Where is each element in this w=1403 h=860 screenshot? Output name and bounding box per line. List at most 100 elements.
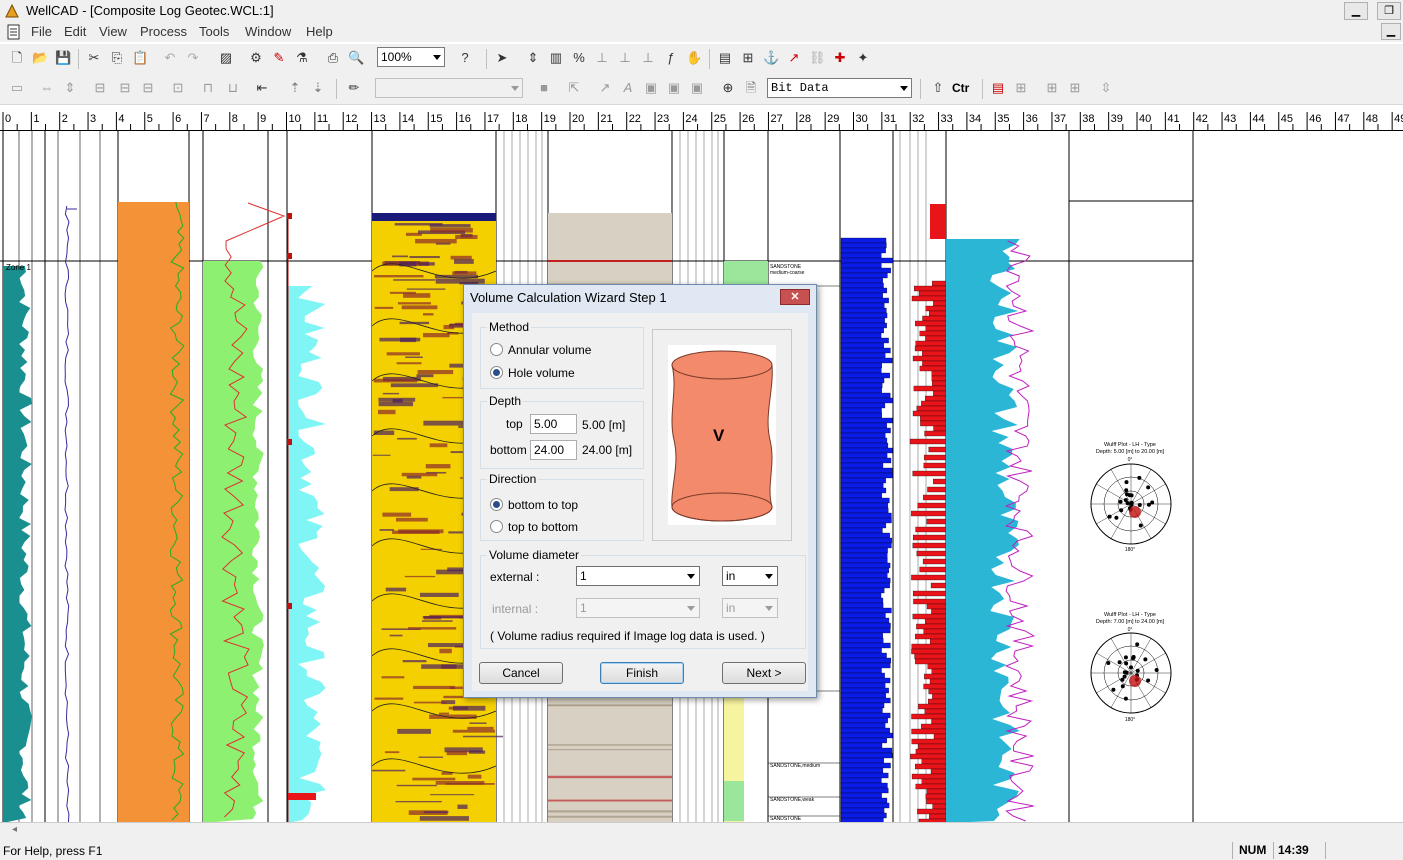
- pen-red-icon[interactable]: ✎: [271, 50, 287, 66]
- internal-diameter-select[interactable]: 1: [576, 598, 700, 618]
- dialog-close-button[interactable]: ✕: [780, 289, 810, 305]
- next-button[interactable]: Next >: [722, 662, 806, 684]
- wulff-pole: [1107, 514, 1112, 519]
- core-band: [548, 815, 672, 818]
- top-depth-input[interactable]: 5.00: [530, 414, 577, 434]
- book-icon[interactable]: ▤: [717, 50, 733, 66]
- print-preview-icon[interactable]: 🔍: [348, 50, 364, 66]
- track-icon[interactable]: ▥: [548, 50, 564, 66]
- menu-view[interactable]: View: [99, 24, 127, 39]
- image3-icon[interactable]: ▣: [689, 80, 705, 96]
- align-c-icon[interactable]: ⇕: [62, 80, 78, 96]
- new-icon[interactable]: 🗋: [9, 50, 25, 66]
- function-icon[interactable]: ƒ: [663, 50, 679, 66]
- bottom-depth-input[interactable]: 24.00: [530, 440, 577, 460]
- red-histogram-bar: [917, 502, 947, 509]
- menu-window[interactable]: Window: [245, 24, 291, 39]
- up-arrow-icon[interactable]: ⇧: [930, 80, 946, 96]
- help-icon[interactable]: ?: [457, 50, 473, 66]
- menu-file[interactable]: File: [31, 24, 52, 39]
- open-icon[interactable]: 📂: [32, 50, 48, 66]
- indent-icon[interactable]: ⇤: [254, 80, 270, 96]
- menu-process[interactable]: Process: [140, 24, 187, 39]
- minimize-button[interactable]: ▁: [1344, 2, 1368, 20]
- hand-icon[interactable]: ✋: [686, 50, 702, 66]
- updown-icon[interactable]: ⇳: [1098, 80, 1114, 96]
- cancel-button[interactable]: Cancel: [479, 662, 563, 684]
- link-icon[interactable]: ⛓: [809, 50, 826, 66]
- anchor-icon[interactable]: ⚓: [763, 50, 779, 66]
- insert-icon[interactable]: ⊕: [720, 80, 736, 96]
- external-unit-select[interactable]: in: [722, 566, 778, 586]
- horizontal-scrollbar[interactable]: ◂: [0, 822, 1403, 841]
- move-vertical-icon[interactable]: ⇕: [525, 50, 541, 66]
- internal-unit-select[interactable]: in: [722, 598, 778, 618]
- chart-icon[interactable]: ↗: [786, 50, 802, 66]
- scroll-left-icon[interactable]: ◂: [12, 824, 17, 835]
- blue-histogram-bar: [840, 812, 887, 819]
- blue-histogram-bar: [840, 767, 884, 774]
- align-h-icon[interactable]: ⊓: [200, 80, 216, 96]
- copy-icon[interactable]: ⎘: [109, 50, 125, 66]
- align-a-icon[interactable]: ▭: [9, 80, 25, 96]
- paste-icon[interactable]: 📋: [132, 50, 148, 66]
- cut-icon[interactable]: ✂: [86, 50, 102, 66]
- align-e-icon[interactable]: ⊟: [117, 80, 133, 96]
- align-d-icon[interactable]: ⊟: [92, 80, 108, 96]
- grid-a-icon[interactable]: ⊞: [1013, 80, 1029, 96]
- pointer-icon[interactable]: ⇱: [566, 80, 582, 96]
- image2-icon[interactable]: ▣: [666, 80, 682, 96]
- align-g-icon[interactable]: ⊡: [170, 80, 186, 96]
- edit-doc-icon[interactable]: 🗎: [743, 80, 759, 96]
- document-icon[interactable]: [6, 24, 22, 40]
- radio-bottom-to-top[interactable]: bottom to top: [490, 498, 578, 512]
- align-f-icon[interactable]: ⊟: [140, 80, 156, 96]
- restore-button[interactable]: ❐: [1377, 2, 1401, 20]
- percent-icon[interactable]: %: [571, 50, 587, 66]
- tools-icon[interactable]: ⚙: [248, 50, 264, 66]
- table-icon[interactable]: ⊞: [740, 50, 756, 66]
- sort-asc-icon[interactable]: ⇡: [287, 80, 303, 96]
- undo-icon[interactable]: ↶: [162, 50, 178, 66]
- ruler-tick-label: 37: [1054, 113, 1066, 125]
- zoom-select[interactable]: 100%: [377, 47, 445, 67]
- ctr-label[interactable]: Ctr: [952, 81, 969, 95]
- pencil-icon[interactable]: ✏: [346, 80, 362, 96]
- blue-histogram-bar: [840, 747, 893, 754]
- wand-icon[interactable]: ✦: [855, 50, 871, 66]
- doc-minimize-button[interactable]: ▁: [1381, 23, 1401, 40]
- sort-desc-icon[interactable]: ⇣: [310, 80, 326, 96]
- align-b-icon[interactable]: ⇔: [39, 80, 55, 96]
- ruler-tick-label: 38: [1082, 113, 1094, 125]
- save-icon[interactable]: 💾: [55, 50, 71, 66]
- line-icon[interactable]: ↗: [597, 80, 613, 96]
- menu-edit[interactable]: Edit: [64, 24, 86, 39]
- radio-annular-volume[interactable]: Annular volume: [490, 343, 591, 357]
- external-diameter-select[interactable]: 1: [576, 566, 700, 586]
- grid-b-icon[interactable]: ⊞: [1044, 80, 1060, 96]
- menu-help[interactable]: Help: [306, 24, 333, 39]
- hatch-icon[interactable]: ▨: [218, 50, 234, 66]
- delete-doc-icon[interactable]: ▤: [990, 80, 1006, 96]
- finish-button[interactable]: Finish: [600, 662, 684, 684]
- crosshair-icon[interactable]: ✚: [832, 50, 848, 66]
- tool-b-icon[interactable]: ⊥: [617, 50, 633, 66]
- tool-a-icon[interactable]: ⊥: [594, 50, 610, 66]
- radio-hole-volume[interactable]: Hole volume: [490, 366, 575, 380]
- blue-histogram-bar: [840, 752, 893, 759]
- radio-top-to-bottom[interactable]: top to bottom: [490, 520, 578, 534]
- wulff-pole: [1114, 515, 1119, 520]
- magic-icon[interactable]: ⚗: [294, 50, 310, 66]
- align-i-icon[interactable]: ⊔: [225, 80, 241, 96]
- redo-icon[interactable]: ↷: [185, 50, 201, 66]
- grid-c-icon[interactable]: ⊞: [1067, 80, 1083, 96]
- image-icon[interactable]: ▣: [643, 80, 659, 96]
- box-icon[interactable]: ■: [536, 80, 552, 96]
- style-select[interactable]: [375, 78, 523, 98]
- menu-tools[interactable]: Tools: [199, 24, 229, 39]
- bit-data-select[interactable]: Bit Data: [767, 78, 912, 98]
- print-icon[interactable]: ⎙: [325, 50, 341, 66]
- select-arrow-icon[interactable]: ➤: [494, 50, 510, 66]
- text-icon[interactable]: A: [620, 80, 636, 96]
- tool-c-icon[interactable]: ⊥: [640, 50, 656, 66]
